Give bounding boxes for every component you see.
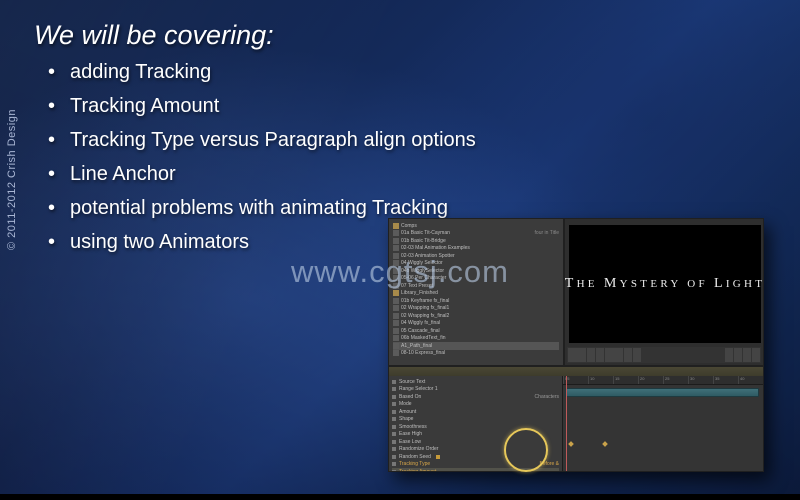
ae-project-row: 07 Text Preset: [393, 282, 559, 290]
timeline-prop-row: Randomize Order: [392, 446, 559, 454]
ae-project-row: 04 Wiggly Selector: [393, 260, 559, 268]
comp-icon: [393, 320, 399, 326]
twirl-icon: [392, 410, 396, 414]
viewer-button: [568, 348, 586, 362]
letterbox-bar: [0, 494, 800, 500]
ae-project-panel: Comps 01a Basic Tit-Caymanfour in Title …: [388, 218, 564, 366]
timeline-property-list: Source Text Range Selector 1 Based OnCha…: [389, 376, 563, 471]
comp-icon: [393, 253, 399, 259]
ae-project-row-selected: A1_Path_final: [393, 342, 559, 350]
twirl-icon: [392, 387, 396, 391]
comp-icon: [393, 275, 399, 281]
ae-project-row: 04b WigglySelector: [393, 267, 559, 275]
viewer-button: [587, 348, 595, 362]
comp-icon: [393, 238, 399, 244]
ae-project-row: 01a Basic Tit-Caymanfour in Title: [393, 230, 559, 238]
timeline-prop-row: Shape: [392, 416, 559, 424]
keyframe-marker: [568, 441, 574, 447]
twirl-icon: [392, 447, 396, 451]
timeline-prop-row: Amount: [392, 408, 559, 416]
ae-project-row: 04 Wiggly fx_final: [393, 320, 559, 328]
timeline-prop-row: Mode: [392, 401, 559, 409]
comp-icon: [393, 260, 399, 266]
composition-title-text: The Mystery of Light: [565, 275, 764, 293]
folder-icon: [393, 290, 399, 296]
ae-project-row: 05-06 Per Character: [393, 275, 559, 283]
timeline-ruler: 05 10 15 20 25 30 35 40: [563, 376, 763, 385]
after-effects-screenshot: Comps 01a Basic Tit-Caymanfour in Title …: [388, 218, 764, 472]
comp-icon: [393, 230, 399, 236]
ae-timeline-panel: Source Text Range Selector 1 Based OnCha…: [388, 366, 764, 472]
presentation-slide: © 2011-2012 Crish Design We will be cove…: [0, 0, 800, 500]
ae-project-row: 05 Cascade_final: [393, 327, 559, 335]
ae-project-row: 01b Keyframe fx_final: [393, 297, 559, 305]
ae-project-row: 08-10 Express_final: [393, 350, 559, 358]
ae-project-row: 02-03 Mal Animation Examples: [393, 245, 559, 253]
viewer-button: [743, 348, 751, 362]
comp-icon: [393, 298, 399, 304]
copyright-text: © 2011-2012 Crish Design: [6, 109, 18, 250]
bullet-item: Line Anchor: [48, 164, 476, 184]
slide-heading: We will be covering:: [34, 20, 274, 51]
twirl-icon: [392, 470, 396, 472]
viewer-button: [725, 348, 733, 362]
ae-composition-viewer: The Mystery of Light: [564, 218, 764, 366]
ae-project-row: 02 Wrapping fx_final2: [393, 312, 559, 320]
ae-project-row: 02-03 Animation Spotter: [393, 252, 559, 260]
comp-icon: [393, 335, 399, 341]
bullet-item: adding Tracking: [48, 62, 476, 82]
comp-icon: [393, 268, 399, 274]
ae-project-row: 06b MaskedText_fin: [393, 335, 559, 343]
viewer-button: [633, 348, 641, 362]
ae-project-row: Library_Finished: [393, 290, 559, 298]
timeline-prop-row: Ease High: [392, 431, 559, 439]
comp-icon: [393, 245, 399, 251]
twirl-icon: [392, 380, 396, 384]
bullet-item: Tracking Type versus Paragraph align opt…: [48, 130, 476, 150]
comp-icon: [393, 350, 399, 356]
timeline-prop-row: Range Selector 1: [392, 386, 559, 394]
twirl-icon: [392, 432, 396, 436]
timeline-prop-row: Smoothness: [392, 423, 559, 431]
viewer-button: [596, 348, 604, 362]
timeline-prop-row: Based OnCharacters: [392, 393, 559, 401]
viewer-button: [624, 348, 632, 362]
viewer-button: [752, 348, 760, 362]
twirl-icon: [392, 425, 396, 429]
timeline-prop-row: Ease Low: [392, 438, 559, 446]
twirl-icon: [392, 440, 396, 444]
twirl-icon: [392, 462, 396, 466]
comp-icon: [393, 328, 399, 334]
ae-viewer-toolbar: [567, 347, 761, 363]
ae-project-row: Comps: [393, 222, 559, 230]
timeline-prop-row: Tracking TypeBefore &: [392, 461, 559, 469]
ae-project-row: 01b Basic Tit-Bridge: [393, 237, 559, 245]
twirl-icon: [392, 417, 396, 421]
comp-icon: [393, 313, 399, 319]
twirl-icon: [392, 395, 396, 399]
keyframe-marker: [602, 441, 608, 447]
layer-duration-bar: [565, 388, 759, 397]
ae-project-row: 02 Wrapping fx_final1: [393, 305, 559, 313]
playhead-indicator: [566, 376, 567, 471]
timeline-track-area: 05 10 15 20 25 30 35 40: [563, 376, 763, 471]
keyframe-icon: [436, 455, 440, 459]
ae-canvas: The Mystery of Light: [569, 225, 761, 343]
viewer-button: [734, 348, 742, 362]
comp-icon: [393, 283, 399, 289]
comp-icon: [393, 343, 399, 349]
timeline-prop-row-selected: Tracking Amount: [392, 468, 559, 472]
viewer-button: [605, 348, 623, 362]
timeline-prop-row: Source Text: [392, 378, 559, 386]
twirl-icon: [392, 455, 396, 459]
bullet-item: Tracking Amount: [48, 96, 476, 116]
timeline-prop-row: Random Seed: [392, 453, 559, 461]
folder-icon: [393, 223, 399, 229]
twirl-icon: [392, 402, 396, 406]
bullet-item: potential problems with animating Tracki…: [48, 198, 476, 218]
comp-icon: [393, 305, 399, 311]
